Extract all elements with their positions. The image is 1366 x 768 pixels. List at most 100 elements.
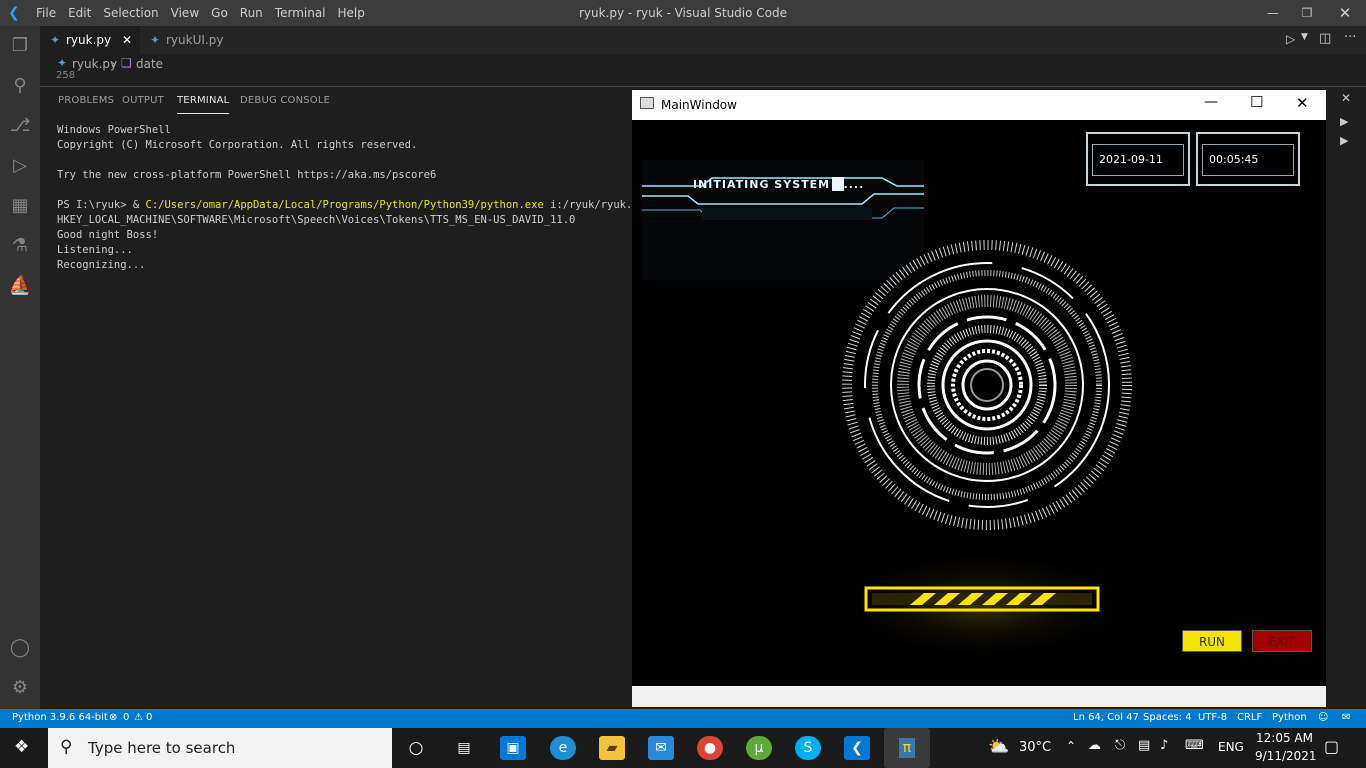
menu-edit[interactable]: Edit [68,6,91,20]
terminal-instance-icon[interactable]: ▶ [1340,134,1348,147]
menu-run[interactable]: Run [240,6,263,20]
python-interpreter[interactable]: Python 3.9.6 64-bit [12,712,108,723]
close-panel-icon[interactable]: ✕ [1341,91,1351,105]
app-title-bar: MainWindow — ☐ ✕ [632,90,1326,120]
clock-date[interactable]: 9/11/2021 [1255,749,1317,763]
terminal-cmd-path: C:/Users/omar/AppData/Local/Programs/Pyt… [145,199,544,211]
date-value: 2021-09-11 [1092,144,1184,176]
menu-file[interactable]: File [36,6,56,20]
app-maximize-button[interactable]: ☐ [1250,93,1263,111]
run-debug-icon[interactable]: ▷ [8,154,32,178]
microphone-icon[interactable]: ⎋ [1115,738,1125,753]
cortana-icon[interactable]: ○ [403,736,429,760]
menu-go[interactable]: Go [211,6,228,20]
source-control-icon[interactable]: ⎇ [8,114,32,138]
title-bar: ❮ File Edit Selection View Go Run Termin… [0,0,1366,26]
notifications-icon[interactable]: ✉ [1342,712,1350,723]
account-icon[interactable]: ◯ [8,636,32,660]
banner-text: INITIATING SYSTEM 1.... [693,178,865,191]
app-window-title: MainWindow [661,98,737,112]
weather-temp[interactable]: 30°C [1019,740,1051,755]
breadcrumb: ✦ ryuk.py › ❑ date [40,54,1366,74]
warning-count[interactable]: 0 [146,712,152,723]
weather-icon[interactable]: ⛅ [988,737,1009,757]
file-explorer-icon[interactable]: ▰ [599,736,625,760]
error-icon[interactable]: ⊗ [109,712,117,723]
exit-button[interactable]: EXIT [1252,630,1312,652]
windows-start-icon[interactable]: ❖ [14,737,29,757]
app-window-icon [640,97,654,109]
store-icon[interactable]: ▣ [500,736,526,760]
python-file-icon: ✦ [150,33,161,47]
encoding[interactable]: UTF-8 [1198,712,1227,723]
menu-selection[interactable]: Selection [103,6,158,20]
more-actions-icon[interactable]: ··· [1344,30,1356,45]
close-window-button[interactable]: ✕ [1322,0,1366,26]
edge-icon[interactable]: e [550,736,576,760]
breadcrumb-symbol[interactable]: date [136,57,163,71]
python-file-icon: ✦ [50,33,61,47]
clock-time[interactable]: 12:05 AM [1256,731,1313,745]
search-icon[interactable]: ⚲ [8,74,32,98]
symbol-icon: ❑ [121,56,132,70]
terminal-cmd-arg: i:/ryuk/ryuk.py [543,199,645,211]
testing-icon[interactable]: ⚗ [8,234,32,258]
docker-icon[interactable]: ⛵ [8,274,32,298]
run-file-icon[interactable]: ▷ [1286,32,1295,46]
tab-ryukui-py[interactable]: ✦ ryukUI.py [140,26,244,54]
app-minimize-button[interactable]: — [1204,94,1218,110]
menu-view[interactable]: View [171,6,199,20]
warning-icon[interactable]: ⚠ [134,712,143,723]
menu-bar: File Edit Selection View Go Run Terminal… [36,6,365,20]
error-count[interactable]: 0 [123,712,129,723]
app-body: INITIATING SYSTEM 1.... 2021-09-11 00:05… [632,120,1326,686]
date-display: 2021-09-11 [1086,132,1190,186]
skype-icon[interactable]: S [795,736,821,760]
tab-label: ryuk.py [66,33,112,47]
mail-icon[interactable]: ✉ [648,736,674,760]
chevron-down-icon[interactable]: ▼ [1301,32,1308,42]
vscode-logo-icon: ❮ [8,5,20,21]
run-button[interactable]: RUN [1182,630,1242,652]
onedrive-icon[interactable]: ☁ [1088,738,1101,753]
tab-debug-console[interactable]: DEBUG CONSOLE [240,95,330,106]
terminal-prompt: PS I:\ryuk> & [57,199,146,211]
task-view-icon[interactable]: ▤ [451,736,477,760]
line-ending[interactable]: CRLF [1237,712,1262,723]
editor-tabs: ✦ ryuk.py ✕ ✦ ryukUI.py ▷ ▼ ◫ ··· [40,26,1366,54]
language-mode[interactable]: Python [1272,712,1307,723]
action-center-icon[interactable]: ▢ [1324,737,1339,756]
tab-terminal[interactable]: TERMINAL [177,95,230,114]
explorer-icon[interactable]: ❐ [8,34,32,58]
line-number: 258 [56,70,76,81]
indentation[interactable]: Spaces: 4 [1143,712,1192,723]
network-icon[interactable]: ▤ [1138,738,1150,753]
close-tab-icon[interactable]: ✕ [122,26,132,54]
terminal-line: Recognizing... [57,259,146,271]
tab-problems[interactable]: PROBLEMS [58,95,114,106]
app-status-strip [632,686,1326,707]
utorrent-icon[interactable]: μ [746,736,772,760]
settings-gear-icon[interactable]: ⚙ [8,676,32,700]
cursor-position[interactable]: Ln 64, Col 47 [1073,712,1139,723]
chrome-icon[interactable]: ● [697,736,723,760]
input-language[interactable]: ENG [1218,740,1244,754]
extensions-icon[interactable]: ▦ [8,194,32,218]
taskbar-search[interactable]: ⚲ Type here to search [48,728,392,768]
reactor-hud-graphic [842,240,1132,530]
feedback-icon[interactable]: ☺ [1318,712,1328,723]
split-editor-icon[interactable]: ◫ [1319,31,1331,46]
tab-ryuk-py[interactable]: ✦ ryuk.py ✕ [40,26,140,54]
keyboard-icon[interactable]: ⌨ [1185,738,1204,753]
terminal-instance-icon[interactable]: ▶ [1340,115,1348,128]
menu-terminal[interactable]: Terminal [275,6,326,20]
chevron-up-icon[interactable]: ⌃ [1066,739,1076,753]
menu-help[interactable]: Help [338,6,365,20]
editor-peek: 258 [40,70,1366,86]
tab-output[interactable]: OUTPUT [122,95,164,106]
app-close-button[interactable]: ✕ [1296,94,1309,112]
python-app-icon[interactable]: π [884,728,930,768]
vscode-taskbar-icon[interactable]: ❮ [844,736,870,760]
volume-icon[interactable]: ♪ [1160,738,1168,753]
search-placeholder: Type here to search [88,739,236,757]
